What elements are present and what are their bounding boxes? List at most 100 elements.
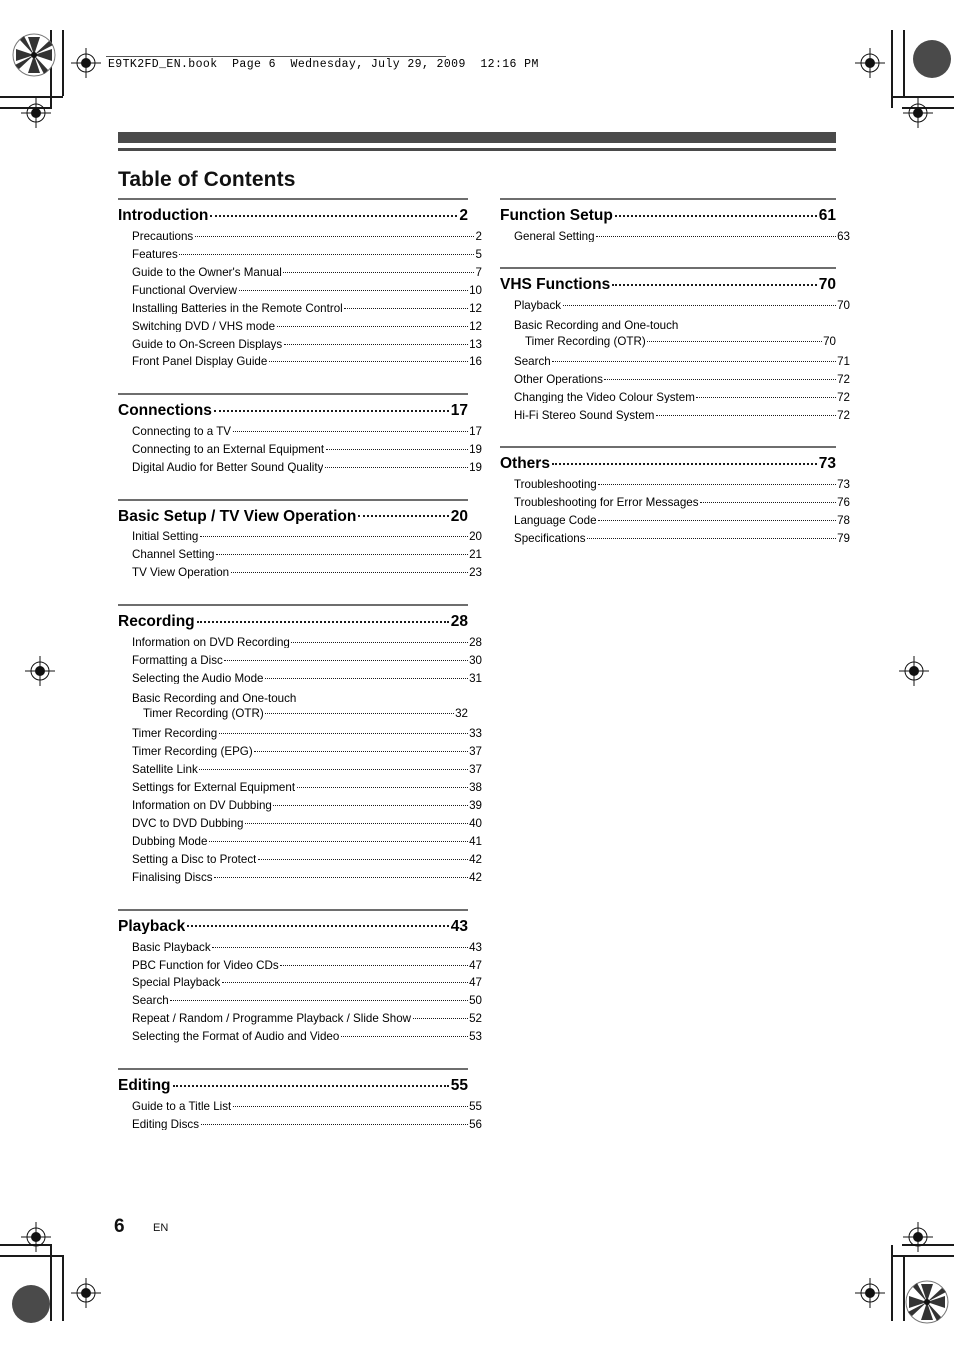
toc-entry[interactable]: Playback 70 (500, 297, 850, 315)
toc-entry-label: Initial Setting (132, 531, 199, 543)
toc-entry[interactable]: DVC to DVD Dubbing 40 (118, 815, 482, 833)
toc-entry-label: Connecting to a TV (132, 425, 232, 438)
toc-section-heading[interactable]: Recording 28 (118, 611, 468, 634)
toc-page-number: 13 (469, 337, 482, 351)
toc-section: Playback 43 Basic Playback 43 PBC Function f… (118, 908, 482, 1046)
toc-section-label: VHS Functions (500, 277, 611, 293)
toc-page-number: 61 (818, 207, 836, 224)
toc-entry[interactable]: Basic Playback 43 (118, 938, 482, 956)
toc-entry[interactable]: Precautions 2 (118, 228, 482, 246)
dot-leader (200, 1123, 468, 1125)
toc-entry[interactable]: Digital Audio for Better Sound Quality 19 (118, 459, 482, 477)
toc-entry-label: Basic Recording and One-touch (514, 319, 679, 333)
toc-entry-label: Timer Recording (EPG) (132, 746, 253, 758)
toc-page-number: 53 (469, 1030, 482, 1044)
dot-leader (598, 484, 836, 486)
toc-entry[interactable]: Functional Overview 10 (118, 281, 482, 299)
toc-section-heading[interactable]: Others 73 (500, 453, 836, 476)
toc-entry[interactable]: Channel Setting 21 (118, 546, 482, 564)
toc-entry[interactable]: Guide to the Owner's Manual 7 (118, 263, 482, 281)
toc-section-heading[interactable]: Playback 43 (118, 916, 468, 939)
toc-page-number: 52 (469, 1012, 482, 1026)
toc-entry[interactable]: Setting a Disc to Protect 42 (118, 851, 482, 869)
toc-entry-label: Formatting a Disc (132, 654, 223, 667)
toc-section-heading[interactable]: Editing 55 (118, 1075, 468, 1098)
toc-column-right: Function Setup 61 General Setting 63 VHS Fun… (500, 198, 850, 570)
toc-section: VHS Functions 70 Playback 70 Basic Recording… (500, 267, 850, 424)
toc-entry[interactable]: Search 71 (500, 353, 850, 371)
toc-page-number: 19 (469, 442, 482, 456)
toc-entry[interactable]: Information on DVD Recording 28 (118, 634, 482, 652)
toc-page-number: 41 (469, 835, 482, 849)
toc-entry[interactable]: Settings for External Equipment 38 (118, 779, 482, 797)
toc-page-number: 33 (469, 727, 482, 741)
toc-page-number: 42 (469, 853, 482, 867)
toc-entry[interactable]: Connecting to a TV 17 (118, 423, 482, 441)
toc-entry[interactable]: TV View Operation 23 (118, 564, 482, 582)
header-bar (118, 132, 836, 143)
toc-entry[interactable]: Editing Discs 56 (118, 1116, 482, 1134)
toc-entry[interactable]: Installing Batteries in the Remote Contr… (118, 299, 482, 317)
density-patch (913, 40, 951, 78)
toc-entry[interactable]: Selecting the Audio Mode 31 (118, 670, 482, 688)
toc-page-number: 47 (469, 976, 482, 990)
crop-mark-line (891, 1255, 954, 1257)
toc-entry[interactable]: Finalising Discs 42 (118, 869, 482, 887)
toc-page-number: 10 (469, 283, 482, 297)
dot-leader (212, 946, 468, 948)
toc-entry[interactable]: Front Panel Display Guide 16 (118, 353, 482, 371)
toc-section-heading[interactable]: VHS Functions 70 (500, 274, 836, 297)
toc-entry[interactable]: Timer Recording (EPG) 37 (118, 743, 482, 761)
toc-page-number: 2 (475, 229, 482, 243)
toc-entry-wrapped[interactable]: Basic Recording and One-touch Timer Recor… (500, 315, 836, 353)
toc-entry[interactable]: Changing the Video Colour System 72 (500, 389, 850, 407)
toc-section-heading[interactable]: Connections 17 (118, 400, 468, 423)
page-number: 6 (114, 1216, 125, 1237)
section-divider (118, 393, 468, 396)
toc-entry[interactable]: Initial Setting 20 (118, 528, 482, 546)
toc-section-label: Editing (118, 1078, 171, 1094)
toc-page-number: 31 (469, 671, 482, 685)
dot-leader (291, 641, 468, 643)
toc-section-heading[interactable]: Function Setup 61 (500, 205, 836, 228)
toc-entry[interactable]: Timer Recording 33 (118, 725, 482, 743)
toc-entry[interactable]: Repeat / Random / Programme Playback / S… (118, 1010, 482, 1028)
toc-section-heading[interactable]: Basic Setup / TV View Operation 20 (118, 506, 468, 529)
toc-entry-wrapped[interactable]: Basic Recording and One-touch Timer Recor… (118, 687, 468, 725)
toc-entry[interactable]: General Setting 63 (500, 228, 850, 246)
toc-page-number: 73 (818, 455, 836, 473)
toc-entry[interactable]: PBC Function for Video CDs 47 (118, 956, 482, 974)
toc-entry[interactable]: Language Code 78 (500, 512, 850, 530)
toc-entry[interactable]: Guide to a Title List 55 (118, 1098, 482, 1116)
toc-entry[interactable]: Connecting to an External Equipment 19 (118, 441, 482, 459)
toc-entry-label: TV View Operation (132, 567, 230, 579)
toc-entry[interactable]: Search 50 (118, 992, 482, 1010)
toc-entry[interactable]: Satellite Link 37 (118, 761, 482, 779)
registration-mark (899, 656, 929, 686)
toc-page-number: 73 (837, 478, 850, 492)
toc-section: Others 73 Troubleshooting 73 Troubleshooting… (500, 446, 850, 547)
dot-leader (596, 235, 836, 237)
toc-entry-label: Satellite Link (132, 764, 198, 776)
toc-entry[interactable]: Other Operations 72 (500, 371, 850, 389)
toc-entry[interactable]: Specifications 79 (500, 530, 850, 548)
toc-entry[interactable]: Features 5 (118, 245, 482, 263)
dot-leader (238, 289, 468, 291)
toc-entry[interactable]: Selecting the Format of Audio and Video 5… (118, 1028, 482, 1046)
toc-entry[interactable]: Information on DV Dubbing 39 (118, 797, 482, 815)
toc-page-number: 38 (469, 781, 482, 795)
toc-entry[interactable]: Dubbing Mode 41 (118, 833, 482, 851)
toc-entry[interactable]: Formatting a Disc 30 (118, 652, 482, 670)
toc-entry-label: Channel Setting (132, 549, 215, 561)
toc-entry[interactable]: Guide to On-Screen Displays 13 (118, 335, 482, 353)
toc-entry[interactable]: Switching DVD / VHS mode 12 (118, 317, 482, 335)
toc-entry[interactable]: Special Playback 47 (118, 974, 482, 992)
toc-section-heading[interactable]: Introduction 2 (118, 205, 468, 228)
toc-entry[interactable]: Hi-Fi Stereo Sound System 72 (500, 407, 850, 425)
toc-page-number: 5 (475, 247, 482, 261)
toc-page-number: 12 (469, 301, 482, 315)
toc-entry[interactable]: Troubleshooting for Error Messages 76 (500, 494, 850, 512)
toc-page-number: 42 (469, 871, 482, 885)
toc-entry[interactable]: Troubleshooting 73 (500, 476, 850, 494)
toc-page-number: 19 (469, 460, 482, 474)
